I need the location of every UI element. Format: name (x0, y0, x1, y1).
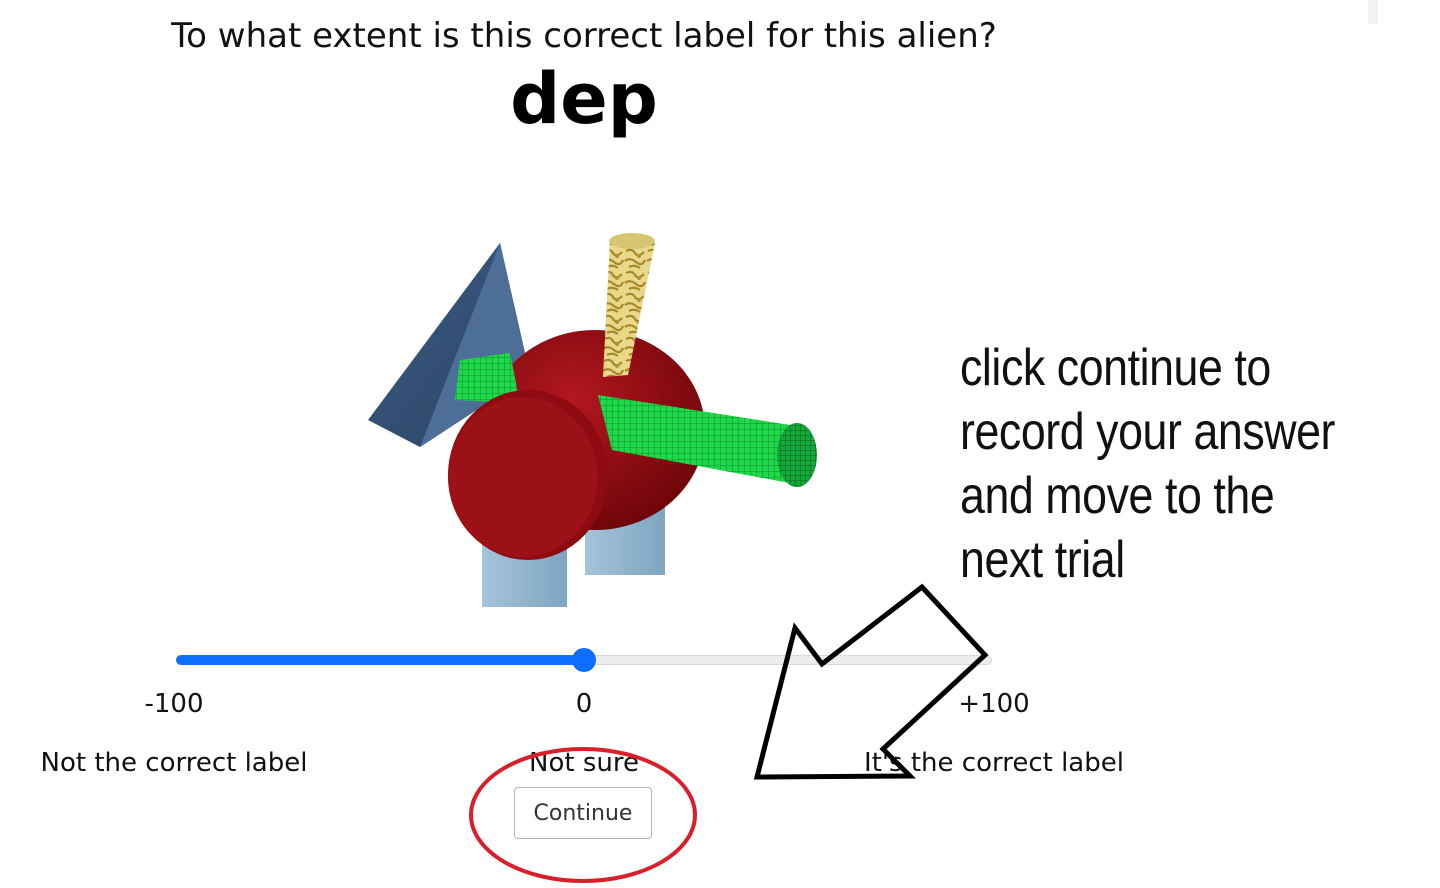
instruction-line: and move to the (960, 467, 1275, 525)
question-text: To what extent is this correct label for… (171, 16, 997, 56)
slider-fill (176, 655, 584, 665)
slider-thumb[interactable] (572, 648, 596, 672)
tick-label-max: +100 (958, 689, 1030, 719)
instruction-annotation: click continue to record your answer and… (960, 336, 1356, 592)
instruction-line: click continue to (960, 339, 1271, 397)
tick-label-min: -100 (144, 689, 204, 719)
instruction-line: next trial (960, 531, 1125, 589)
scrollbar-stub[interactable] (1368, 0, 1378, 24)
anchor-label-left: Not the correct label (40, 748, 308, 778)
rating-slider[interactable] (174, 647, 994, 673)
continue-button[interactable]: Continue (514, 787, 652, 839)
anchor-label-right: It's the correct label (864, 748, 1124, 778)
anchor-label-middle: Not sure (529, 748, 639, 778)
alien-image (368, 233, 817, 607)
tick-label-mid: 0 (575, 689, 593, 719)
trial-page: To what extent is this correct label for… (0, 0, 1440, 888)
label-word: dep (510, 58, 658, 140)
instruction-line: record your answer (960, 403, 1336, 461)
